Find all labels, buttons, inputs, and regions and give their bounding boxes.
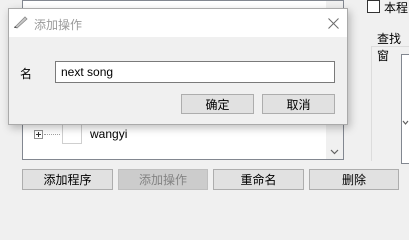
add-action-button[interactable]: 添加操作: [118, 169, 208, 190]
find-window-list[interactable]: [401, 54, 409, 164]
rename-button[interactable]: 重命名: [213, 169, 304, 190]
right-checkbox[interactable]: [367, 0, 380, 13]
add-program-button[interactable]: 添加程序: [22, 169, 113, 190]
tree-item-label: wangyi: [90, 127, 128, 141]
close-button[interactable]: [323, 13, 343, 33]
tree-connector: [44, 133, 60, 135]
name-input[interactable]: [55, 61, 335, 83]
dialog-title-bar[interactable]: 添加操作: [9, 9, 347, 37]
ok-button[interactable]: 确定: [181, 94, 254, 114]
tree-item-checkbox[interactable]: [62, 124, 82, 144]
delete-button[interactable]: 删除: [309, 169, 399, 190]
dialog-title: 添加操作: [34, 18, 83, 32]
chevron-down-icon[interactable]: [330, 147, 339, 156]
tree-item-wangyi[interactable]: wangyi: [34, 123, 127, 145]
right-checkbox-label: 本程: [384, 1, 409, 15]
close-icon[interactable]: [327, 17, 339, 29]
feather-pen-icon: [14, 16, 28, 29]
add-action-dialog: 添加操作 名 确定 取消: [8, 8, 348, 125]
cancel-button[interactable]: 取消: [262, 94, 335, 114]
chevron-down-icon[interactable]: [402, 120, 409, 125]
name-label: 名: [20, 67, 33, 81]
expand-icon[interactable]: [34, 129, 43, 139]
